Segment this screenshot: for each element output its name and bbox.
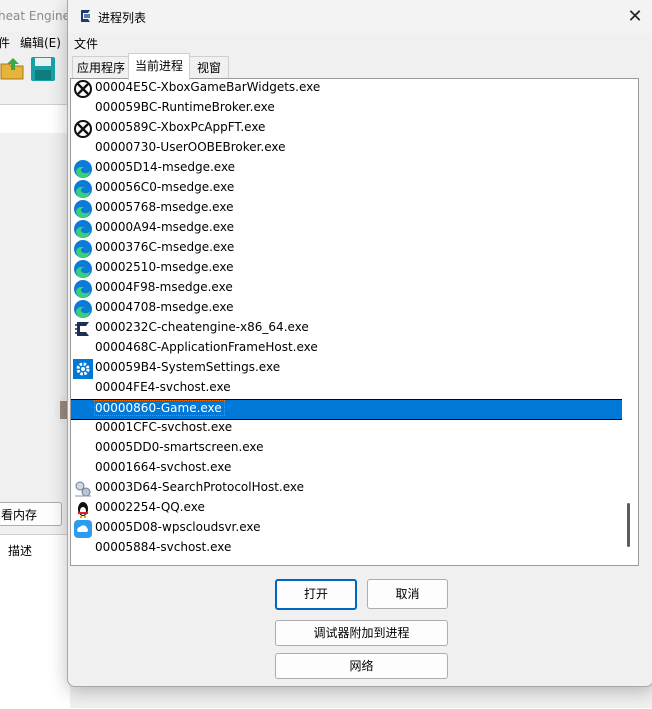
process-row[interactable]: 0000468C-ApplicationFrameHost.exe [71,339,637,359]
process-row[interactable]: 00005884-svchost.exe [71,539,637,559]
dialog-title: 进程列表 [98,11,147,25]
save-disk-icon[interactable] [30,56,56,82]
process-row[interactable]: 00005DD0-smartscreen.exe [71,439,637,459]
cheat-engine-icon [73,319,93,339]
process-row[interactable]: 00000A94-msedge.exe [71,219,637,239]
process-name: 00005768-msedge.exe [95,200,234,214]
process-row[interactable]: 00001CFC-svchost.exe [71,419,637,439]
menu-file[interactable]: 文件 [74,35,98,52]
process-name: 000059B4-SystemSettings.exe [95,360,281,374]
process-row[interactable]: 00001664-svchost.exe [71,459,637,479]
scrollbar-thumb[interactable] [627,503,630,547]
process-name: 00004E5C-XboxGameBarWidgets.exe [95,80,321,94]
dialog-titlebar: 进程列表 ✕ [68,0,652,33]
settings-gear-icon [73,359,93,379]
edge-icon [73,259,93,279]
process-tabs: 应用程序 当前进程 视窗 [68,53,652,80]
tab-current-processes[interactable]: 当前进程 [128,53,190,80]
main-window-titlebar: heat Engine [0,0,70,32]
process-name: 00004708-msedge.exe [95,300,234,314]
edge-icon [73,279,93,299]
edge-icon [73,159,93,179]
edge-icon [73,179,93,199]
attach-debugger-button[interactable]: 调试器附加到进程 [275,620,448,646]
main-window-title: heat Engine [0,9,70,23]
xbox-icon [73,79,93,99]
process-row[interactable]: 000056C0-msedge.exe [71,179,637,199]
process-row[interactable]: 00004FE4-svchost.exe [71,379,637,399]
main-toolbar [0,52,70,88]
edge-icon [73,219,93,239]
process-listbox[interactable]: 00005884-svchost.exe 00005D08-wpscloudsvr… [70,78,639,566]
process-name: 00004F98-msedge.exe [95,280,233,294]
process-row[interactable]: 00003D64-SearchProtocolHost.exe [71,479,637,499]
process-row[interactable]: 000059B4-SystemSettings.exe [71,359,637,379]
process-name: 00002254-QQ.exe [95,500,205,514]
close-icon[interactable]: ✕ [625,7,645,27]
vertical-scrollbar[interactable] [622,79,638,565]
memory-view-label: 看内存 [1,508,38,522]
process-row[interactable]: 000059BC-RuntimeBroker.exe [71,99,637,119]
main-menubar: 件 编辑(E) [0,32,70,52]
description-column-header: 描述 [8,544,33,558]
process-name: 000056C0-msedge.exe [95,180,235,194]
process-row[interactable]: 0000376C-msedge.exe [71,239,637,259]
process-name: 00003D64-SearchProtocolHost.exe [95,480,305,494]
process-row[interactable]: 00005768-msedge.exe [71,199,637,219]
process-name: 0000589C-XboxPcAppFT.exe [95,120,266,134]
process-row[interactable]: 00005D14-msedge.exe [71,159,637,179]
cheat-engine-icon [81,10,90,22]
process-row[interactable]: 00005D08-wpscloudsvr.exe [71,519,637,539]
menu-edit[interactable]: 编辑(E) [20,34,61,51]
process-name: 00001CFC-svchost.exe [95,420,233,434]
tab-windows[interactable]: 视窗 [189,56,229,79]
edge-icon [73,299,93,319]
open-button[interactable]: 打开 [275,579,357,610]
process-row[interactable]: 0000232C-cheatengine-x86_64.exe [71,319,637,339]
xbox-icon [73,119,93,139]
process-name: 00005884-svchost.exe [95,540,232,554]
selected-process-row[interactable]: 00000860-Game.exe [71,399,637,420]
network-button[interactable]: 网络 [275,653,448,679]
process-name: 0000376C-msedge.exe [95,240,235,254]
process-row[interactable]: 00000730-UserOOBEBroker.exe [71,139,637,159]
process-row[interactable]: 00004F98-msedge.exe [71,279,637,299]
tab-applications[interactable]: 应用程序 [72,56,130,79]
process-row[interactable]: 00002254-QQ.exe [71,499,637,519]
memory-view-button[interactable]: 看内存 [0,502,62,526]
edge-icon [73,239,93,259]
process-name: 00000730-UserOOBEBroker.exe [95,140,286,154]
process-row[interactable]: 0000589C-XboxPcAppFT.exe [71,119,637,139]
menu-file-partial[interactable]: 件 [0,34,10,51]
process-name-strip [0,104,70,134]
process-row[interactable]: 00004E5C-XboxGameBarWidgets.exe [71,79,637,99]
process-name: 00001664-svchost.exe [95,460,232,474]
process-row[interactable]: 00002510-msedge.exe [71,259,637,279]
wps-cloud-icon [73,519,93,539]
process-row[interactable]: 00004708-msedge.exe [71,299,637,319]
process-name: 0000468C-ApplicationFrameHost.exe [95,340,318,354]
qq-penguin-icon [73,499,93,519]
dialog-menubar: 文件 [68,33,652,53]
process-name: 00005DD0-smartscreen.exe [95,440,264,454]
process-name: 00004FE4-svchost.exe [95,380,231,394]
process-name: 00000A94-msedge.exe [95,220,235,234]
process-list-dialog: 进程列表 ✕ 文件 应用程序 当前进程 视窗 00005884-svchost.… [67,0,652,687]
address-list-panel: 描述 [0,534,70,709]
process-name: 00005D14-msedge.exe [95,160,236,174]
open-folder-icon[interactable] [0,56,26,82]
search-protocol-icon [73,479,93,499]
process-name: 00005D08-wpscloudsvr.exe [95,520,261,534]
edge-icon [73,199,93,219]
scan-panel [0,133,70,493]
process-name: 00002510-msedge.exe [95,260,234,274]
process-name: 000059BC-RuntimeBroker.exe [95,100,275,114]
process-name: 00000860-Game.exe [94,400,225,416]
process-name: 0000232C-cheatengine-x86_64.exe [95,320,309,334]
cancel-button[interactable]: 取消 [367,579,448,609]
